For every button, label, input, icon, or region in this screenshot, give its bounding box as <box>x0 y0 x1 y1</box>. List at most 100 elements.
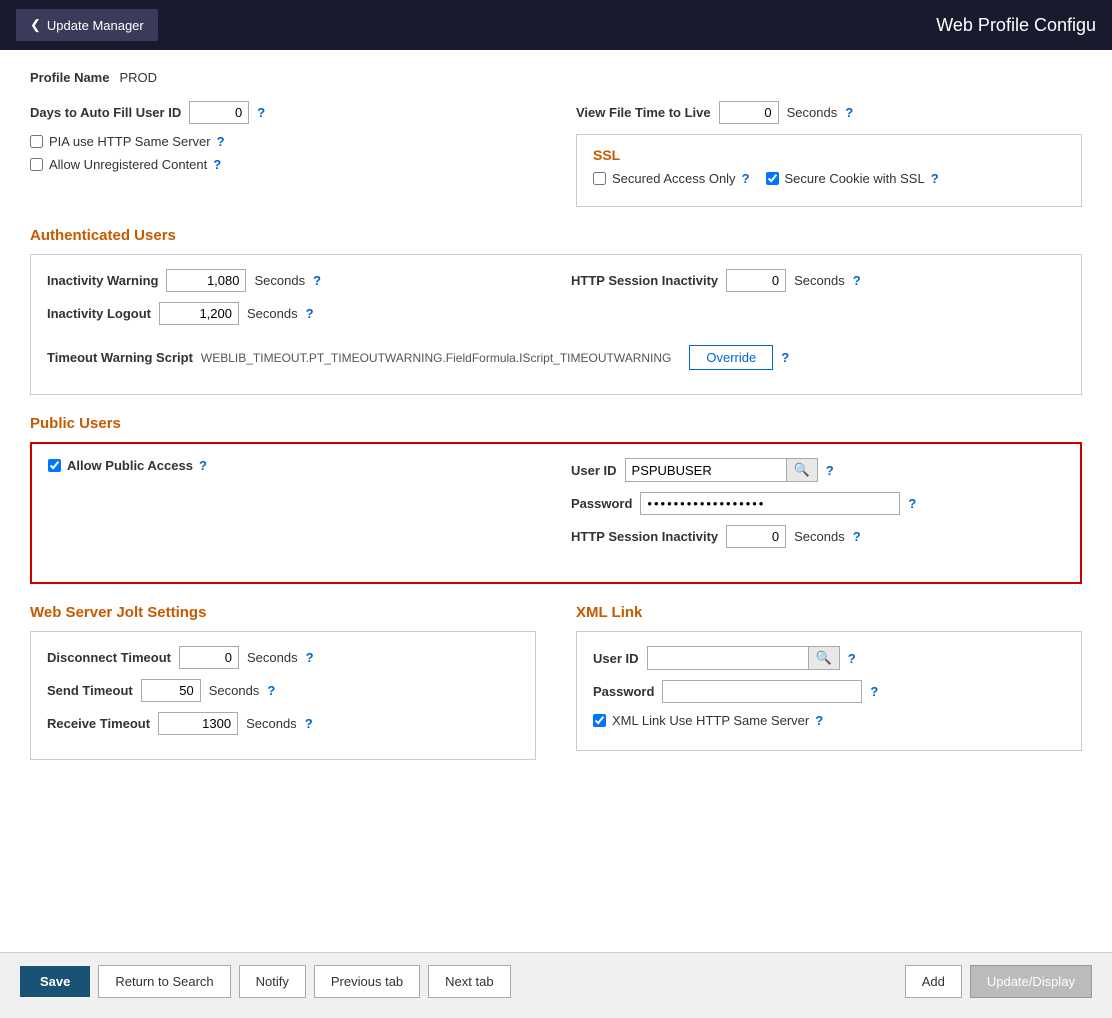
allow-unregistered-checkbox[interactable] <box>30 158 43 171</box>
web-server-jolt-header: Web Server Jolt Settings <box>30 604 536 621</box>
previous-tab-button[interactable]: Previous tab <box>314 965 420 998</box>
main-content: Profile Name PROD Days to Auto Fill User… <box>0 50 1112 960</box>
xml-user-id-row: User ID 🔍 ? <box>593 646 1065 670</box>
secured-access-checkbox[interactable] <box>593 172 606 185</box>
xml-link-col: XML Link User ID 🔍 ? Password ? <box>576 604 1082 780</box>
xml-user-id-input[interactable] <box>648 648 808 669</box>
public-http-session-help[interactable]: ? <box>853 529 861 544</box>
inactivity-logout-help[interactable]: ? <box>306 306 314 321</box>
http-session-help[interactable]: ? <box>853 273 861 288</box>
inactivity-warning-row: Inactivity Warning Seconds ? <box>47 269 541 292</box>
inactivity-logout-input[interactable] <box>159 302 239 325</box>
secure-cookie-row: Secure Cookie with SSL ? <box>766 171 939 186</box>
auth-users-left: Inactivity Warning Seconds ? Inactivity … <box>47 269 541 335</box>
send-timeout-row: Send Timeout Seconds ? <box>47 679 519 702</box>
receive-timeout-input[interactable] <box>158 712 238 735</box>
return-to-search-button[interactable]: Return to Search <box>98 965 230 998</box>
public-user-id-help[interactable]: ? <box>826 463 834 478</box>
public-password-help[interactable]: ? <box>908 496 916 511</box>
secured-access-help[interactable]: ? <box>742 171 750 186</box>
xml-user-id-help[interactable]: ? <box>848 651 856 666</box>
public-user-id-label: User ID <box>571 463 617 478</box>
http-session-input[interactable] <box>726 269 786 292</box>
view-file-ttl-row: View File Time to Live Seconds ? <box>576 101 1082 124</box>
inactivity-logout-label: Inactivity Logout <box>47 306 151 321</box>
public-user-id-container: 🔍 <box>625 458 818 482</box>
disconnect-timeout-label: Disconnect Timeout <box>47 650 171 665</box>
xml-password-label: Password <box>593 684 654 699</box>
timeout-warning-row: Timeout Warning Script WEBLIB_TIMEOUT.PT… <box>47 345 1065 370</box>
bottom-two-col: Web Server Jolt Settings Disconnect Time… <box>30 604 1082 780</box>
send-timeout-help[interactable]: ? <box>267 683 275 698</box>
send-timeout-units: Seconds <box>209 683 260 698</box>
public-users-left: Allow Public Access ? <box>48 458 541 481</box>
public-http-session-units: Seconds <box>794 529 845 544</box>
pia-http-row: PIA use HTTP Same Server ? <box>30 134 536 149</box>
web-server-jolt-box: Disconnect Timeout Seconds ? Send Timeou… <box>30 631 536 760</box>
xml-password-help[interactable]: ? <box>870 684 878 699</box>
update-display-button: Update/Display <box>970 965 1092 998</box>
http-session-label: HTTP Session Inactivity <box>571 273 718 288</box>
secured-access-label: Secured Access Only <box>612 171 736 186</box>
view-file-ttl-input[interactable] <box>719 101 779 124</box>
inactivity-warning-input[interactable] <box>166 269 246 292</box>
public-password-label: Password <box>571 496 632 511</box>
inactivity-logout-units: Seconds <box>247 306 298 321</box>
days-auto-fill-input[interactable] <box>189 101 249 124</box>
view-file-ttl-label: View File Time to Live <box>576 105 711 120</box>
timeout-warning-script-value: WEBLIB_TIMEOUT.PT_TIMEOUTWARNING.FieldFo… <box>201 351 671 365</box>
top-grid: Days to Auto Fill User ID ? PIA use HTTP… <box>30 101 1082 207</box>
inactivity-warning-units: Seconds <box>254 273 305 288</box>
public-users-box: Allow Public Access ? User ID 🔍 ? Passwo… <box>30 442 1082 584</box>
pia-http-checkbox[interactable] <box>30 135 43 148</box>
timeout-warning-help[interactable]: ? <box>781 350 789 365</box>
ssl-title: SSL <box>593 147 1065 163</box>
public-user-id-input[interactable] <box>626 460 786 481</box>
public-http-session-row: HTTP Session Inactivity Seconds ? <box>571 525 1064 548</box>
disconnect-timeout-units: Seconds <box>247 650 298 665</box>
override-button[interactable]: Override <box>689 345 773 370</box>
xml-user-id-search-button[interactable]: 🔍 <box>808 647 839 669</box>
disconnect-timeout-help[interactable]: ? <box>306 650 314 665</box>
xml-user-id-container: 🔍 <box>647 646 840 670</box>
allow-public-access-help[interactable]: ? <box>199 458 207 473</box>
send-timeout-input[interactable] <box>141 679 201 702</box>
public-http-session-input[interactable] <box>726 525 786 548</box>
pia-http-help[interactable]: ? <box>217 134 225 149</box>
secure-cookie-help[interactable]: ? <box>931 171 939 186</box>
inactivity-warning-label: Inactivity Warning <box>47 273 158 288</box>
http-session-inactivity-row: HTTP Session Inactivity Seconds ? <box>571 269 1065 292</box>
days-auto-fill-label: Days to Auto Fill User ID <box>30 105 181 120</box>
disconnect-timeout-input[interactable] <box>179 646 239 669</box>
inactivity-warning-help[interactable]: ? <box>313 273 321 288</box>
save-button[interactable]: Save <box>20 966 90 997</box>
public-users-right: User ID 🔍 ? Password ? HTTP Session Inac… <box>571 458 1064 558</box>
days-auto-fill-help[interactable]: ? <box>257 105 265 120</box>
receive-timeout-help[interactable]: ? <box>305 716 313 731</box>
xml-http-same-server-help[interactable]: ? <box>815 713 823 728</box>
next-tab-button[interactable]: Next tab <box>428 965 510 998</box>
pia-http-label: PIA use HTTP Same Server <box>49 134 211 149</box>
view-file-ttl-help[interactable]: ? <box>845 105 853 120</box>
xml-link-header: XML Link <box>576 604 1082 621</box>
allow-unregistered-row: Allow Unregistered Content ? <box>30 157 536 172</box>
secure-cookie-checkbox[interactable] <box>766 172 779 185</box>
allow-unregistered-help[interactable]: ? <box>213 157 221 172</box>
public-http-session-label: HTTP Session Inactivity <box>571 529 718 544</box>
back-arrow-icon: ❮ <box>30 17 41 33</box>
public-user-id-search-button[interactable]: 🔍 <box>786 459 817 481</box>
public-users-header: Public Users <box>30 415 1082 432</box>
allow-unregistered-label: Allow Unregistered Content <box>49 157 207 172</box>
xml-password-row: Password ? <box>593 680 1065 703</box>
xml-password-input[interactable] <box>662 680 862 703</box>
xml-http-same-server-checkbox[interactable] <box>593 714 606 727</box>
add-button[interactable]: Add <box>905 965 962 998</box>
notify-button[interactable]: Notify <box>239 965 306 998</box>
public-password-input[interactable] <box>640 492 900 515</box>
auth-users-right: HTTP Session Inactivity Seconds ? <box>571 269 1065 302</box>
receive-timeout-row: Receive Timeout Seconds ? <box>47 712 519 735</box>
back-button[interactable]: ❮ Update Manager <box>16 9 158 41</box>
allow-public-access-checkbox[interactable] <box>48 459 61 472</box>
top-right-column: View File Time to Live Seconds ? SSL Sec… <box>576 101 1082 207</box>
top-left-column: Days to Auto Fill User ID ? PIA use HTTP… <box>30 101 536 180</box>
